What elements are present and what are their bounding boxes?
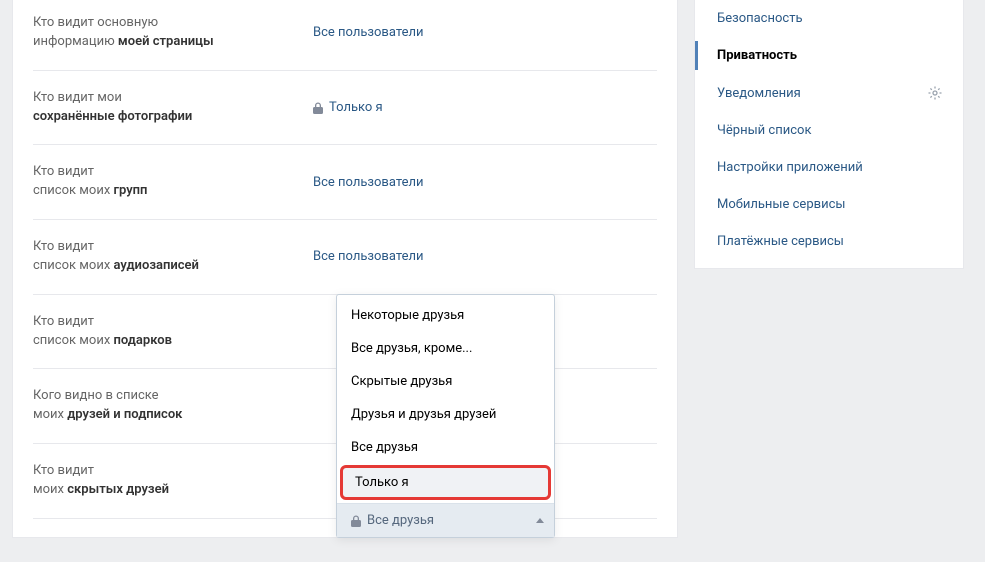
dropdown-option-only-me[interactable]: Только я (341, 466, 550, 499)
sidebar-item-label: Чёрный список (717, 123, 811, 138)
dropdown-option-all-friends-except[interactable]: Все друзья, кроме... (337, 332, 554, 365)
sidebar-item-payments[interactable]: Платёжные сервисы (695, 223, 963, 260)
sidebar-item-label: Платёжные сервисы (717, 234, 844, 249)
setting-label: Кто видит моих скрытых друзей (33, 462, 313, 500)
dropdown-selected-label: Все друзья (367, 513, 434, 528)
setting-value[interactable]: Все пользователи (313, 14, 657, 52)
sidebar-item-blacklist[interactable]: Чёрный список (695, 112, 963, 149)
sidebar-item-notifications[interactable]: Уведомления (695, 74, 963, 112)
sidebar-item-privacy[interactable]: Приватность (695, 37, 963, 74)
dropdown-selected[interactable]: Все друзья (337, 503, 554, 537)
dropdown-option-hidden-friends[interactable]: Скрытые друзья (337, 365, 554, 398)
sidebar-item-label: Мобильные сервисы (717, 197, 845, 212)
sidebar-item-mobile[interactable]: Мобильные сервисы (695, 186, 963, 223)
sidebar-item-label: Безопасность (717, 11, 803, 26)
sidebar-item-security[interactable]: Безопасность (695, 0, 963, 37)
setting-label: Кто видит мои сохранённые фотографии (33, 89, 313, 127)
sidebar-item-label: Уведомления (717, 86, 801, 101)
setting-value[interactable]: Только я (313, 89, 657, 127)
setting-row-basic-info: Кто видит основную информацию моей стран… (33, 0, 657, 71)
setting-label: Кто видит список моих аудиозаписей (33, 238, 313, 276)
sidebar-item-label: Настройки приложений (717, 160, 863, 175)
privacy-dropdown: Некоторые друзья Все друзья, кроме... Ск… (336, 294, 555, 538)
setting-row-audio: Кто видит список моих аудиозаписей Все п… (33, 220, 657, 295)
dropdown-option-friends-of-friends[interactable]: Друзья и друзья друзей (337, 398, 554, 431)
setting-value[interactable]: Все пользователи (313, 163, 657, 201)
dropdown-option-all-friends[interactable]: Все друзья (337, 431, 554, 464)
setting-row-groups: Кто видит список моих групп Все пользова… (33, 145, 657, 220)
settings-sidebar: Безопасность Приватность Уведомления Чёр… (694, 0, 964, 269)
setting-label: Кто видит список моих групп (33, 163, 313, 201)
setting-row-saved-photos: Кто видит мои сохранённые фотографии Тол… (33, 71, 657, 146)
lock-icon (351, 515, 361, 527)
dropdown-option-some-friends[interactable]: Некоторые друзья (337, 299, 554, 332)
gear-icon[interactable] (927, 85, 943, 101)
setting-label: Кого видно в списке моих друзей и подпис… (33, 387, 313, 425)
sidebar-item-app-settings[interactable]: Настройки приложений (695, 149, 963, 186)
setting-value[interactable]: Все пользователи (313, 238, 657, 276)
setting-label: Кто видит список моих подарков (33, 313, 313, 351)
lock-icon (313, 102, 323, 114)
chevron-up-icon (536, 518, 544, 523)
sidebar-item-label: Приватность (717, 48, 797, 63)
setting-label: Кто видит основную информацию моей стран… (33, 14, 313, 52)
